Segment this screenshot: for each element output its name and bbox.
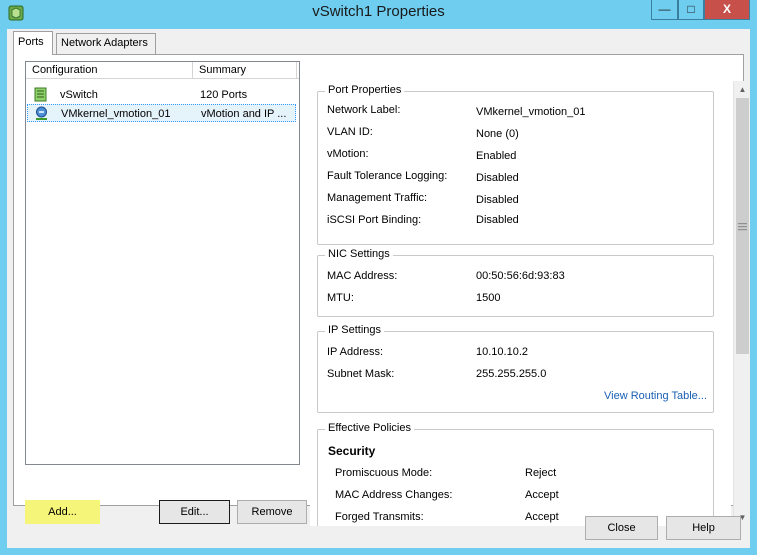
security-heading: Security <box>328 444 376 458</box>
promiscuous-mode-value: Reject <box>525 467 557 479</box>
management-traffic-value: Disabled <box>476 194 519 206</box>
scroll-up-arrow-icon[interactable]: ▲ <box>734 81 751 98</box>
remove-button[interactable]: Remove <box>237 500 307 524</box>
subnet-mask-label: Subnet Mask: <box>327 368 395 380</box>
row-configuration: VMkernel_vmotion_01 <box>61 108 171 120</box>
vlan-id-label: VLAN ID: <box>327 126 373 138</box>
dialog-client-area: Ports Network Adapters Configuration Sum… <box>7 29 750 548</box>
tab-label: Network Adapters <box>61 37 148 49</box>
ip-settings-group: IP Settings IP Address: 10.10.10.2 Subne… <box>317 324 714 413</box>
close-button[interactable]: Close <box>585 516 658 540</box>
group-title: IP Settings <box>325 324 384 336</box>
maximize-button[interactable]: □ <box>678 0 704 20</box>
mtu-label: MTU: <box>327 292 354 304</box>
mac-address-value: 00:50:56:6d:93:83 <box>476 270 565 282</box>
network-label-value: VMkernel_vmotion_01 <box>476 106 586 118</box>
edit-button[interactable]: Edit... <box>159 500 230 524</box>
list-header: Configuration Summary <box>26 62 299 79</box>
ports-list[interactable]: Configuration Summary vSwitch 120 Ports <box>25 61 300 465</box>
minimize-button[interactable]: — <box>651 0 678 20</box>
forged-transmits-value: Accept <box>525 511 559 523</box>
column-header-configuration[interactable]: Configuration <box>26 62 193 79</box>
nic-settings-group: NIC Settings MAC Address: 00:50:56:6d:93… <box>317 248 714 317</box>
vswitch-icon <box>33 87 48 102</box>
vlan-id-value: None (0) <box>476 128 519 140</box>
row-summary: 120 Ports <box>200 89 248 101</box>
ip-address-value: 10.10.10.2 <box>476 346 528 358</box>
title-bar: vSwitch1 Properties — □ X <box>0 0 757 26</box>
tab-label: Ports <box>18 36 44 48</box>
list-row-vmkernel-vmotion[interactable]: VMkernel_vmotion_01 vMotion and IP ... <box>27 104 296 122</box>
subnet-mask-value: 255.255.255.0 <box>476 368 547 380</box>
vmkernel-port-icon <box>34 106 49 121</box>
tab-network-adapters[interactable]: Network Adapters <box>56 33 156 55</box>
grip-icon: ― ― ― <box>738 218 747 234</box>
vmotion-value: Enabled <box>476 150 517 162</box>
forged-transmits-label: Forged Transmits: <box>335 511 424 523</box>
list-row-vswitch[interactable]: vSwitch 120 Ports <box>27 86 296 104</box>
ip-address-label: IP Address: <box>327 346 384 358</box>
management-traffic-label: Management Traffic: <box>327 192 428 204</box>
group-title: Effective Policies <box>325 422 414 434</box>
group-title: Port Properties <box>325 84 405 96</box>
tab-ports[interactable]: Ports <box>13 31 53 55</box>
promiscuous-mode-label: Promiscuous Mode: <box>335 467 433 479</box>
properties-panel: Port Properties Network Label: VMkernel_… <box>310 81 731 526</box>
mac-address-changes-value: Accept <box>525 489 559 501</box>
iscsi-binding-label: iSCSI Port Binding: <box>327 214 422 226</box>
help-button[interactable]: Help <box>666 516 741 540</box>
network-label-label: Network Label: <box>327 104 401 116</box>
column-header-summary[interactable]: Summary <box>193 62 297 79</box>
effective-policies-group: Effective Policies Security Promiscuous … <box>317 422 714 526</box>
iscsi-binding-value: Disabled <box>476 214 519 226</box>
mac-address-changes-label: MAC Address Changes: <box>335 489 453 501</box>
vmotion-label: vMotion: <box>327 148 369 160</box>
row-configuration: vSwitch <box>60 89 98 101</box>
view-routing-table-link[interactable]: View Routing Table... <box>604 390 707 402</box>
mac-address-label: MAC Address: <box>327 270 398 282</box>
add-button[interactable]: Add... <box>25 500 100 524</box>
scrollbar-thumb[interactable]: ― ― ― <box>736 98 749 354</box>
port-properties-group: Port Properties Network Label: VMkernel_… <box>317 84 714 245</box>
fault-tolerance-value: Disabled <box>476 172 519 184</box>
window-close-button[interactable]: X <box>704 0 750 20</box>
row-summary: vMotion and IP ... <box>201 108 287 120</box>
mtu-value: 1500 <box>476 292 501 304</box>
fault-tolerance-label: Fault Tolerance Logging: <box>327 170 448 182</box>
window-title: vSwitch1 Properties <box>312 3 445 20</box>
group-title: NIC Settings <box>325 248 393 260</box>
ports-tab-panel: Configuration Summary vSwitch 120 Ports <box>13 54 750 526</box>
properties-scrollbar[interactable]: ▲ ― ― ― ▼ <box>733 81 750 526</box>
